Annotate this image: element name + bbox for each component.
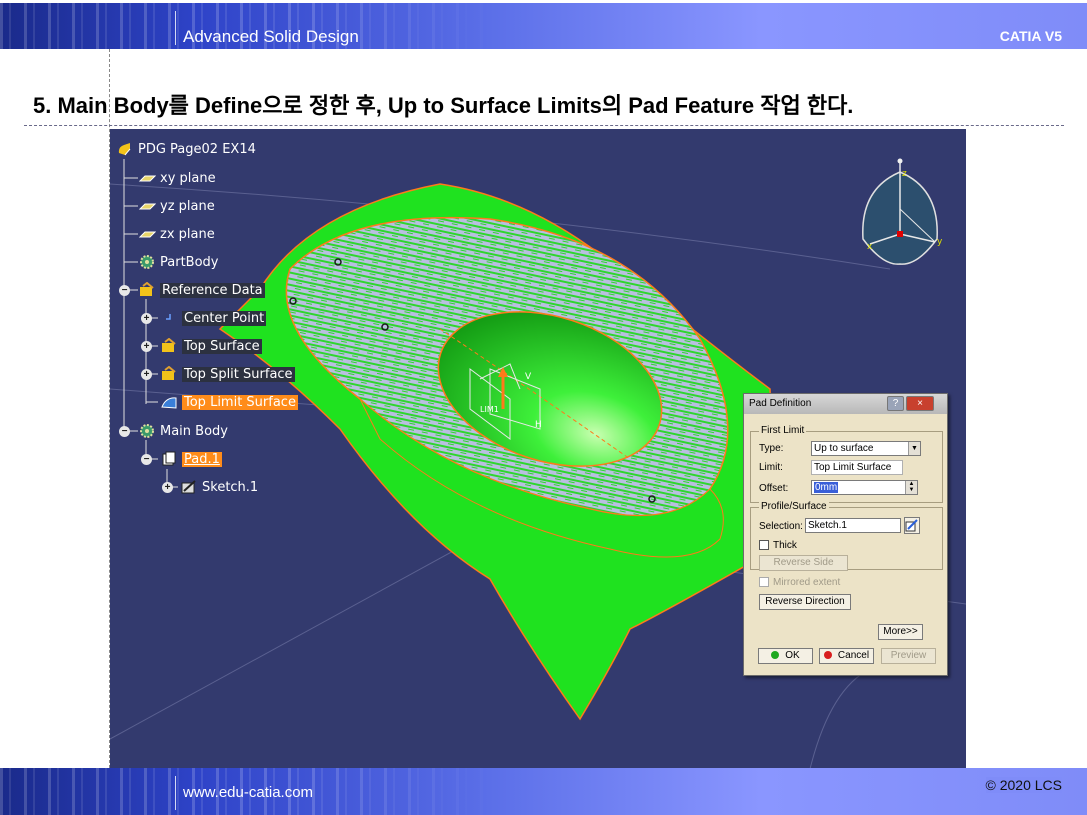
footer-divider bbox=[175, 776, 176, 810]
page-title: 5. Main Body를 Define으로 정한 후, Up to Surfa… bbox=[33, 93, 854, 118]
more-button[interactable]: More>> bbox=[878, 624, 923, 640]
collapse-icon[interactable]: − bbox=[119, 426, 130, 437]
geometrical-set-icon bbox=[160, 365, 178, 382]
collapse-icon[interactable]: − bbox=[141, 454, 152, 465]
first-limit-caption: First Limit bbox=[759, 425, 807, 436]
tree-item-center-point[interactable]: Center Point bbox=[160, 308, 267, 328]
tree-item-sketch1[interactable]: Sketch.1 bbox=[180, 477, 258, 497]
close-button[interactable]: × bbox=[906, 396, 934, 411]
surface-icon bbox=[160, 394, 178, 410]
expand-icon[interactable]: + bbox=[141, 369, 152, 380]
tree-item-reference-data[interactable]: Reference Data bbox=[138, 280, 265, 300]
gear-body-icon bbox=[138, 423, 156, 439]
geometrical-set-icon bbox=[160, 337, 178, 354]
tree-item-top-split-surface[interactable]: Top Split Surface bbox=[160, 364, 295, 384]
tree-item-pad1[interactable]: Pad.1 bbox=[160, 449, 222, 469]
reverse-side-button[interactable]: Reverse Side bbox=[759, 555, 848, 571]
footer-band: www.edu-catia.com © 2020 LCS bbox=[0, 768, 1087, 815]
offset-label: Offset: bbox=[759, 483, 789, 494]
tree-item-xy-plane[interactable]: xy plane bbox=[138, 168, 216, 188]
gear-body-icon bbox=[138, 254, 156, 270]
plane-icon bbox=[138, 170, 157, 186]
offset-input[interactable]: 0mm ▲ ▼ bbox=[811, 480, 918, 495]
help-button[interactable]: ? bbox=[887, 396, 904, 411]
plane-icon bbox=[138, 226, 157, 242]
pad-icon bbox=[160, 451, 178, 467]
limit-label: Limit: bbox=[759, 462, 783, 473]
svg-text:V: V bbox=[525, 372, 532, 382]
tree-item-main-body[interactable]: Main Body bbox=[138, 421, 228, 441]
mirrored-extent-label: Mirrored extent bbox=[773, 577, 841, 588]
ok-button[interactable]: OK bbox=[758, 648, 813, 664]
limit-field[interactable]: Top Limit Surface bbox=[811, 460, 903, 475]
tree-item-partbody[interactable]: PartBody bbox=[138, 252, 218, 272]
svg-text:y: y bbox=[937, 237, 943, 247]
compass-icon[interactable]: z x y bbox=[855, 154, 945, 269]
pad-definition-dialog: Pad Definition ? × First Limit Type: Up … bbox=[743, 393, 948, 676]
svg-text:x: x bbox=[867, 242, 873, 252]
thick-label: Thick bbox=[773, 540, 797, 551]
spinner-icon[interactable]: ▲ ▼ bbox=[905, 481, 917, 494]
ok-icon bbox=[771, 651, 780, 659]
selection-field[interactable]: Sketch.1 bbox=[805, 518, 901, 533]
header-title: Advanced Solid Design bbox=[183, 27, 359, 46]
profile-surface-caption: Profile/Surface bbox=[759, 501, 829, 512]
dialog-title: Pad Definition bbox=[749, 398, 812, 409]
mirrored-extent-checkbox[interactable] bbox=[759, 577, 769, 587]
svg-text:LIM1: LIM1 bbox=[480, 405, 499, 414]
footer-copyright: © 2020 LCS bbox=[985, 777, 1062, 793]
sketch-icon bbox=[180, 479, 198, 495]
selection-label: Selection: bbox=[759, 521, 803, 532]
expand-icon[interactable]: + bbox=[141, 341, 152, 352]
preview-button[interactable]: Preview bbox=[881, 648, 936, 664]
expand-icon[interactable]: + bbox=[162, 482, 173, 493]
type-label: Type: bbox=[759, 443, 784, 454]
cancel-icon bbox=[823, 651, 832, 659]
dialog-titlebar[interactable]: Pad Definition ? × bbox=[744, 394, 947, 414]
svg-text:H: H bbox=[535, 420, 542, 430]
footer-url[interactable]: www.edu-catia.com bbox=[183, 784, 313, 801]
geometrical-set-icon bbox=[138, 281, 156, 298]
cancel-button[interactable]: Cancel bbox=[819, 648, 874, 664]
thick-checkbox[interactable] bbox=[759, 540, 769, 550]
tree-root[interactable]: PDG Page02 EX14 bbox=[116, 139, 256, 159]
collapse-icon[interactable]: − bbox=[119, 285, 130, 296]
tree-item-top-surface[interactable]: Top Surface bbox=[160, 336, 262, 356]
title-rule bbox=[24, 125, 1064, 126]
svg-text:z: z bbox=[902, 169, 907, 179]
type-select[interactable]: Up to surface ▼ bbox=[811, 441, 921, 456]
point-icon bbox=[160, 310, 178, 326]
specification-tree[interactable]: PDG Page02 EX14 xy plane yz plane zx pla… bbox=[110, 129, 370, 509]
reverse-direction-button[interactable]: Reverse Direction bbox=[759, 594, 851, 610]
tree-item-top-limit-surface[interactable]: Top Limit Surface bbox=[160, 392, 298, 412]
part-icon bbox=[116, 141, 134, 157]
chevron-down-icon[interactable]: ▼ bbox=[908, 442, 920, 455]
tree-item-zx-plane[interactable]: zx plane bbox=[138, 224, 215, 244]
expand-icon[interactable]: + bbox=[141, 313, 152, 324]
header-product: CATIA V5 bbox=[999, 28, 1062, 44]
tree-item-yz-plane[interactable]: yz plane bbox=[138, 196, 215, 216]
sketcher-icon[interactable] bbox=[904, 517, 920, 534]
header-divider bbox=[175, 11, 176, 45]
plane-icon bbox=[138, 198, 157, 214]
header-band: Advanced Solid Design CATIA V5 bbox=[0, 3, 1087, 49]
